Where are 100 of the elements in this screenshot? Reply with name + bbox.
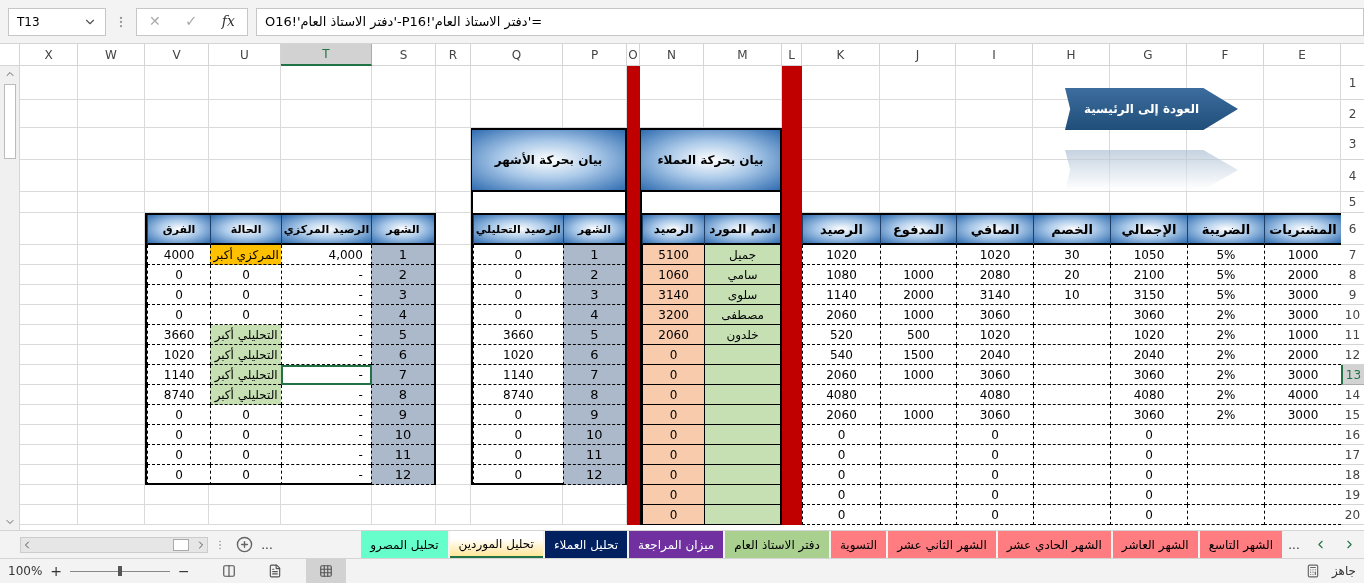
empty-cell[interactable] [1187,425,1264,445]
formula-field[interactable]: ='دفتر الاستاذ العام'!P16-'دفتر الاستاذ العام'!O16 [256,7,1364,36]
table-cell: 0 [147,285,211,305]
empty-cell[interactable] [1033,465,1110,485]
add-sheet-icon[interactable] [236,536,253,553]
back-to-home-button[interactable]: العودة إلى الرئيسية [1065,88,1238,130]
zoom-out-button[interactable]: − [178,560,190,582]
column-header[interactable]: F [1187,44,1264,66]
empty-cell[interactable] [880,385,956,405]
empty-cell[interactable] [1033,325,1110,345]
column-header[interactable]: W [78,44,145,66]
empty-cell[interactable] [1033,385,1110,405]
page-layout-view-icon[interactable] [267,564,282,578]
sheet-tab[interactable]: الشهر التاسع [1199,531,1282,558]
name-box[interactable]: T13 [8,7,106,36]
more-tabs-button[interactable]: ... [257,535,277,554]
empty-cell[interactable] [471,192,627,213]
macro-icon[interactable] [1305,564,1320,578]
scroll-thumb[interactable] [173,538,189,551]
table-cell: 2% [1187,405,1264,425]
column-header[interactable]: G [1110,44,1187,66]
sheet-tab[interactable]: دفتر الاستاذ العام [725,531,829,558]
table-cell: 0 [1110,485,1187,505]
more-tabs-button[interactable]: ... [1282,535,1306,554]
table-cell: 2000 [880,285,956,305]
page-break-view-icon[interactable] [221,564,236,578]
empty-cell[interactable] [1033,425,1110,445]
horizontal-scrollbar[interactable] [20,536,208,553]
empty-cell[interactable] [1033,505,1110,525]
row-header[interactable]: 13 [1341,365,1364,385]
empty-cell[interactable] [640,192,782,213]
table-cell: 3060 [956,365,1033,385]
sheet-tab[interactable]: الشهر العاشر [1112,531,1198,558]
column-header[interactable]: V [145,44,209,66]
column-header[interactable]: P [563,44,627,66]
column-heading: اسم المورد [704,215,780,245]
insert-function-button[interactable]: fx [221,11,235,32]
empty-cell[interactable] [1187,445,1264,465]
column-heading: الفرق [147,215,211,245]
sheet-tab[interactable]: تحليل العملاء [544,531,628,558]
table-cell: 2040 [956,345,1033,365]
column-heading: الشهر [370,215,434,245]
table-cell: سامي [704,265,780,285]
table-cell: 5% [1187,245,1264,265]
table-cell: 2060 [802,305,880,325]
empty-cell[interactable] [1033,345,1110,365]
column-header[interactable]: N [640,44,704,66]
empty-cell[interactable] [1033,485,1110,505]
sheet-tab[interactable]: تحليل المصرو [361,531,448,558]
table-cell: 6 [370,345,434,365]
zoom-slider[interactable] [70,566,171,576]
table-cell: 2% [1187,365,1264,385]
table-cell: 5 [562,325,625,345]
sheet-tab[interactable]: الشهر الحادي عشر [997,531,1111,558]
column-header[interactable]: R [436,44,471,66]
empty-cell[interactable] [1187,505,1264,525]
empty-cell[interactable] [1033,305,1110,325]
column-header[interactable]: E [1264,44,1341,66]
column-header[interactable]: U [209,44,281,66]
table-cell: 1140 [147,365,211,385]
empty-cell[interactable] [880,465,956,485]
column-header[interactable]: J [880,44,956,66]
zoom-level[interactable]: 100% [8,562,43,580]
column-header[interactable]: K [802,44,880,66]
table-cell: 0 [642,385,705,405]
sheet-tab[interactable]: الشهر الثاني عشر [888,531,996,558]
empty-cell[interactable] [880,445,956,465]
table-cell: 3060 [956,405,1033,425]
table-cell: 1050 [1110,245,1187,265]
sheet-tab[interactable]: التسوية [830,531,887,558]
empty-cell[interactable] [880,245,956,265]
column-header[interactable]: Q [471,44,563,66]
empty-cell[interactable] [880,505,956,525]
table-title: بيان بحركة العملاء [640,128,782,192]
column-header[interactable]: O [627,44,640,66]
scroll-thumb[interactable] [3,84,16,159]
column-header[interactable]: L [782,44,802,66]
column-header[interactable]: X [20,44,78,66]
table-cell: 0 [473,285,563,305]
table-cell: 520 [802,325,880,345]
table-cell: 5% [1187,285,1264,305]
empty-cell[interactable] [1033,365,1110,385]
sheet-tab[interactable]: ميزان المراجعة [629,531,724,558]
zoom-in-button[interactable]: + [50,560,63,582]
column-heading: الحالة [210,215,282,245]
column-header[interactable]: M [704,44,782,66]
empty-cell[interactable] [1033,405,1110,425]
column-header[interactable]: H [1033,44,1110,66]
column-header[interactable]: S [372,44,436,66]
normal-view-icon[interactable] [318,564,333,578]
empty-cell[interactable] [1033,445,1110,465]
column-header[interactable]: I [956,44,1033,66]
empty-cell[interactable] [880,425,956,445]
empty-cell[interactable] [1187,485,1264,505]
table-cell: - [281,445,371,465]
column-header[interactable]: T [281,44,372,66]
empty-cell[interactable] [880,485,956,505]
slider-thumb[interactable] [118,566,123,576]
empty-cell[interactable] [1187,465,1264,485]
sheet-tab[interactable]: تحليل الموردين [449,531,543,558]
